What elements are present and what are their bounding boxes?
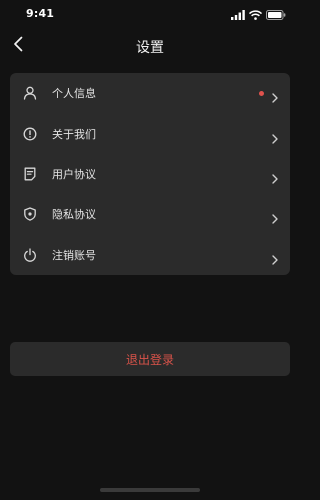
chevron-right-icon <box>271 129 279 144</box>
menu-item-label: 用户协议 <box>52 167 96 181</box>
notification-dot <box>259 90 264 96</box>
user-icon <box>23 86 37 100</box>
chevron-right-icon <box>271 209 279 225</box>
wifi-icon <box>248 5 263 24</box>
shield-icon <box>23 207 37 222</box>
status-icons <box>231 8 286 20</box>
menu-item-label: 隐私协议 <box>52 208 96 222</box>
signal-icon <box>231 5 245 24</box>
home-indicator <box>100 488 200 492</box>
menu-item-delete-account[interactable]: 注销账号 <box>10 235 290 275</box>
status-time: 9:41 <box>26 7 55 20</box>
battery-icon <box>266 5 286 24</box>
menu-item-about-us[interactable]: 关于我们 <box>10 113 290 153</box>
menu-item-user-agreement[interactable]: 用户协议 <box>10 154 290 194</box>
document-icon <box>23 167 37 181</box>
info-icon <box>23 127 37 141</box>
chevron-right-icon <box>271 88 279 103</box>
logout-button[interactable]: 退出登录 <box>10 342 290 376</box>
menu-item-label: 关于我们 <box>52 127 96 141</box>
menu-item-label: 注销账号 <box>52 248 96 262</box>
status-bar: 9:41 <box>0 0 300 28</box>
nav-bar: 设置 <box>0 28 300 64</box>
page-title: 设置 <box>136 40 164 56</box>
chevron-right-icon <box>271 250 279 265</box>
settings-screen: 9:41 设置 个人信息 关于我们 用户协议 隐私协议 注销账号 退出登录 <box>0 0 300 500</box>
menu-item-privacy-agreement[interactable]: 隐私协议 <box>10 194 290 234</box>
logout-label: 退出登录 <box>125 352 174 367</box>
menu-item-label: 个人信息 <box>52 87 96 101</box>
chevron-right-icon <box>271 169 279 184</box>
power-icon <box>23 248 37 262</box>
menu-item-personal-info[interactable]: 个人信息 <box>10 73 290 113</box>
settings-menu: 个人信息 关于我们 用户协议 隐私协议 注销账号 <box>10 73 290 275</box>
